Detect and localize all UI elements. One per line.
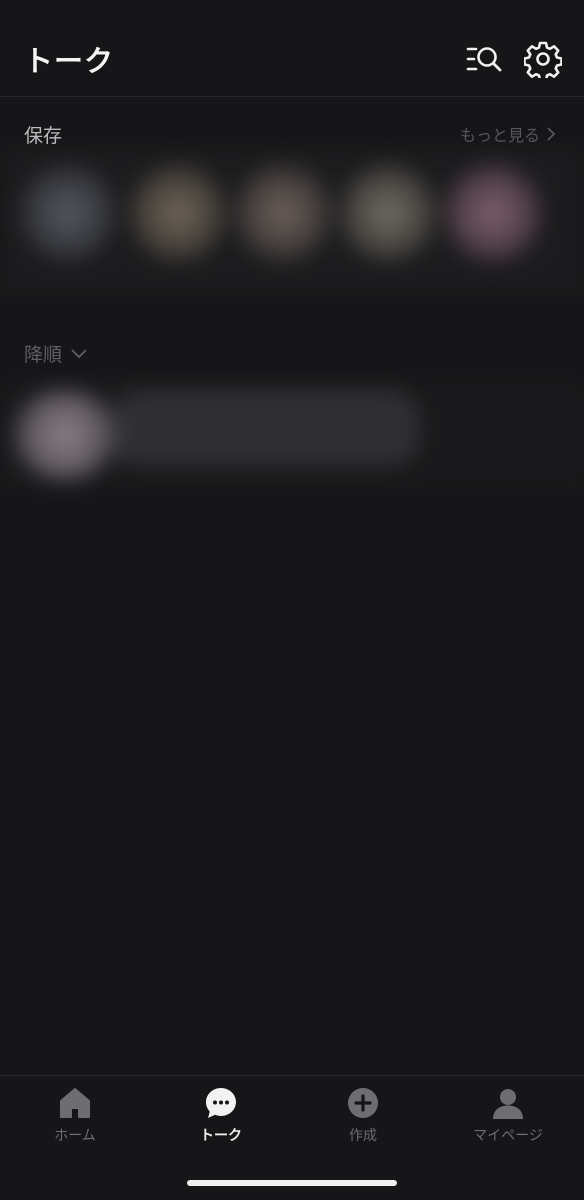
tab-label: トーク <box>200 1128 242 1144</box>
tab-label: 作成 <box>349 1128 377 1144</box>
saved-section: 保存 もっと見る <box>0 97 584 317</box>
avatar <box>10 390 120 480</box>
chevron-down-icon <box>71 348 87 358</box>
saved-items-carousel[interactable] <box>0 147 584 297</box>
sort-dropdown[interactable]: 降順 <box>24 340 88 367</box>
sort-label: 降順 <box>24 344 63 366</box>
saved-item-thumbnail[interactable] <box>235 165 331 261</box>
tab-create[interactable]: 作成 <box>290 1086 436 1156</box>
plus-circle-icon <box>348 1088 378 1118</box>
saved-title: 保存 <box>24 125 63 147</box>
tab-talk[interactable]: トーク <box>148 1086 294 1156</box>
tab-label: マイページ <box>473 1128 543 1144</box>
see-more-label: もっと見る <box>459 126 540 145</box>
screen: トーク 保存 もっと見る 降順 ホーム トーク 作成 マイページ <box>0 0 584 1200</box>
chevron-right-icon <box>547 127 556 141</box>
home-icon <box>60 1088 90 1118</box>
saved-item-thumbnail[interactable] <box>20 165 116 261</box>
search-button[interactable] <box>465 40 503 78</box>
list-search-icon <box>466 47 502 72</box>
settings-button[interactable] <box>524 40 562 78</box>
chat-bubble-icon <box>206 1088 236 1118</box>
tab-mypage[interactable]: マイページ <box>435 1086 581 1156</box>
gear-icon <box>524 41 562 78</box>
header: トーク <box>0 0 584 97</box>
chat-preview <box>110 390 420 466</box>
see-more-link[interactable]: もっと見る <box>460 122 556 146</box>
blurred-chat-content <box>0 370 584 500</box>
saved-item-thumbnail[interactable] <box>130 165 226 261</box>
saved-item-thumbnail[interactable] <box>445 165 541 261</box>
saved-item-thumbnail[interactable] <box>340 165 436 261</box>
home-indicator <box>187 1180 397 1186</box>
tab-label: ホーム <box>54 1128 96 1144</box>
person-icon <box>493 1089 523 1119</box>
tab-home[interactable]: ホーム <box>2 1086 148 1156</box>
page-title: トーク <box>24 44 115 78</box>
chat-list-item[interactable] <box>0 370 584 500</box>
